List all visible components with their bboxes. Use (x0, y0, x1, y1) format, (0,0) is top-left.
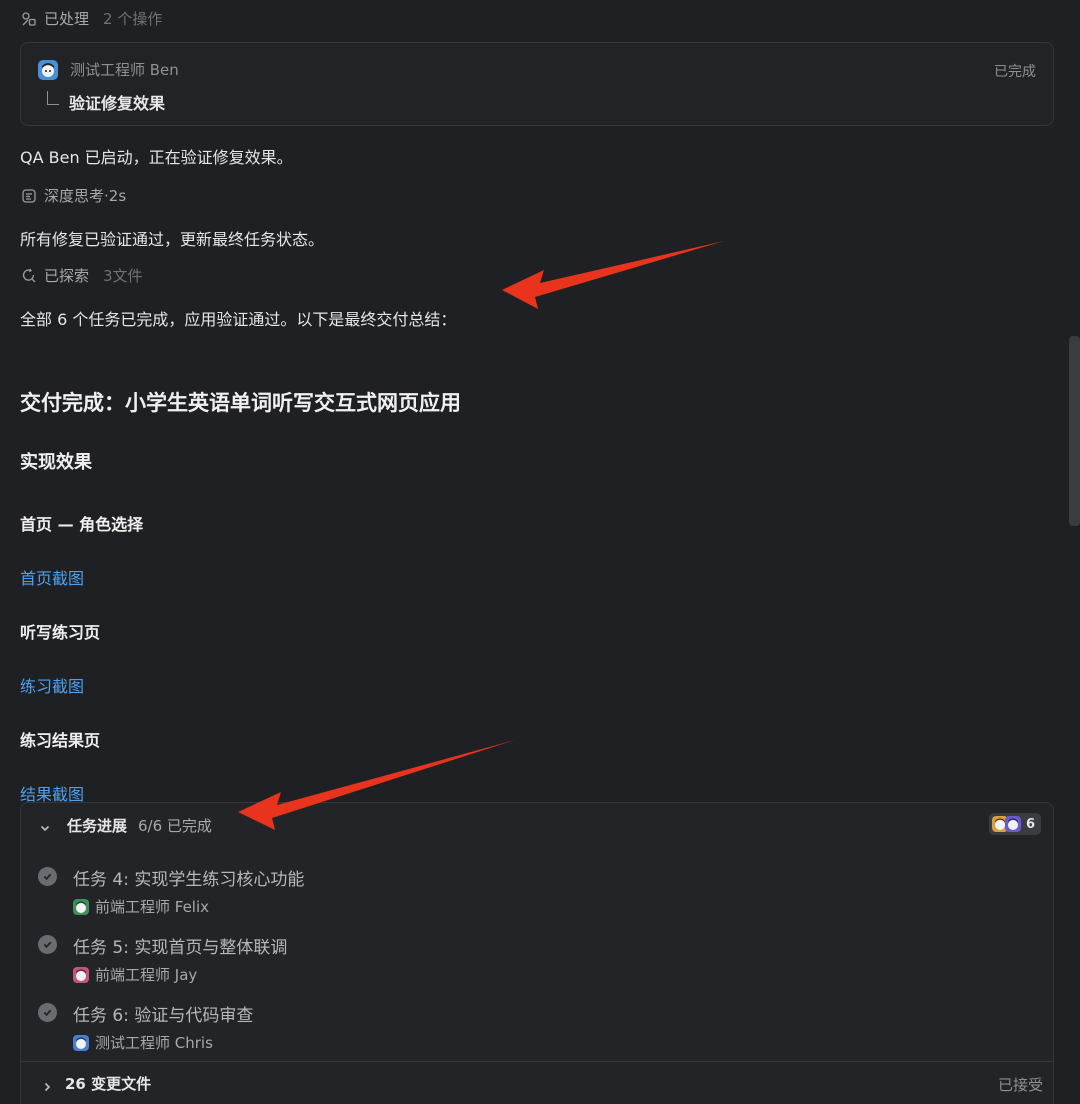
practice-screenshot-link[interactable]: 练习截图 (20, 673, 84, 697)
agent-avatar (1004, 816, 1021, 832)
processed-row[interactable]: 已处理 2 个操作 (20, 8, 162, 29)
message-qa-started: QA Ben 已启动，正在验证修复效果。 (20, 148, 293, 167)
explored-row[interactable]: 已探索 3文件 (20, 265, 143, 286)
task-item[interactable]: 任务 6: 验证与代码审查 测试工程师 Chris (21, 1001, 1053, 1061)
task-panel-header[interactable]: 任务进展 6/6 已完成 6 (21, 803, 1053, 847)
task-panel-progress: 6/6 已完成 (138, 817, 212, 835)
task-progress-panel: 任务进展 6/6 已完成 6 任务 4: 实现学生练习核心功能 前端工程师 Fe… (20, 802, 1054, 1104)
check-icon (38, 935, 57, 954)
thinking-duration: 2s (108, 186, 127, 205)
thinking-row[interactable]: 深度思考 · 2s (20, 185, 126, 206)
explored-label: 已探索 (44, 267, 90, 285)
home-screenshot-link[interactable]: 首页截图 (20, 565, 84, 589)
search-refresh-icon (20, 267, 38, 285)
chevron-right-icon[interactable] (41, 1078, 53, 1092)
subtask-status: 已完成 (994, 64, 1036, 80)
scrollbar-thumb[interactable] (1069, 336, 1080, 526)
agent-name: 测试工程师 Ben (70, 61, 179, 79)
task-name: 任务 6: 验证与代码审查 (73, 1006, 254, 1026)
agent-row: 测试工程师 Ben (38, 59, 179, 80)
task-name: 任务 4: 实现学生练习核心功能 (73, 870, 305, 890)
section-heading: 实现效果 (20, 452, 92, 473)
delivery-title: 交付完成：小学生英语单词听写交互式网页应用 (20, 391, 461, 415)
thinking-label: 深度思考 (44, 187, 105, 205)
task-owner: 测试工程师 Chris (73, 1032, 213, 1053)
owner-name: 测试工程师 Chris (95, 1034, 213, 1052)
agent-avatar-stack[interactable]: 6 (988, 813, 1041, 835)
branch-connector (47, 91, 59, 105)
task-owner: 前端工程师 Jay (73, 964, 197, 985)
check-icon (38, 867, 57, 886)
agent-count: 6 (1025, 816, 1035, 832)
clipped-task-row (81, 843, 261, 849)
owner-avatar (73, 1034, 89, 1051)
owner-name: 前端工程师 Jay (95, 966, 198, 984)
changed-files-row[interactable]: 26 变更文件 已接受 (21, 1061, 1053, 1104)
tools-icon (20, 10, 38, 28)
processed-count: 2 个操作 (103, 10, 163, 28)
home-heading: 首页 — 角色选择 (20, 515, 144, 534)
task-panel-title: 任务进展 (67, 817, 128, 835)
annotation-arrow-top (502, 241, 724, 309)
chat-transcript: 已处理 2 个操作 测试工程师 Ben 已完成 验证修复效果 QA Ben 已启… (0, 0, 1080, 1104)
task-name: 任务 5: 实现首页与整体联调 (73, 938, 288, 958)
message-verified: 所有修复已验证通过，更新最终任务状态。 (20, 230, 325, 249)
task-item[interactable]: 任务 5: 实现首页与整体联调 前端工程师 Jay (21, 933, 1053, 993)
result-heading: 练习结果页 (20, 731, 101, 750)
task-item[interactable]: 任务 4: 实现学生练习核心功能 前端工程师 Felix (21, 865, 1053, 925)
chevron-down-icon[interactable] (39, 819, 51, 832)
brain-icon (20, 187, 38, 205)
owner-name: 前端工程师 Felix (95, 898, 210, 916)
check-icon (38, 1003, 57, 1022)
owner-avatar (73, 898, 89, 915)
message-summary-intro: 全部 6 个任务已完成，应用验证通过。以下是最终交付总结： (20, 310, 457, 329)
explored-count: 3文件 (103, 267, 143, 285)
processed-label: 已处理 (44, 10, 90, 28)
practice-heading: 听写练习页 (20, 623, 101, 642)
task-owner: 前端工程师 Felix (73, 896, 209, 917)
subtask-title: 验证修复效果 (69, 94, 166, 113)
owner-avatar (73, 966, 89, 983)
changed-files-label: 26 变更文件 (65, 1075, 152, 1093)
agent-avatar (38, 59, 58, 80)
subtask-card[interactable]: 测试工程师 Ben 已完成 验证修复效果 (20, 42, 1054, 126)
changed-files-status: 已接受 (997, 1076, 1043, 1094)
